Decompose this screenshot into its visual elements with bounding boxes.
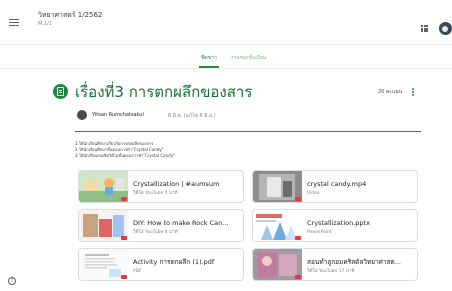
instruction-line: 3.ให้นักเรียนส่งผลิตวิดีโอขั้นตอนการทำ"C… (75, 153, 175, 158)
attachment-card[interactable]: Crystallization | #aumsum วิดีโอ YouTube… (78, 170, 244, 203)
video-thumbnail (253, 171, 302, 202)
document-thumbnail (79, 249, 128, 280)
assignment-instructions: 1.ให้นักเรียนศึกษาเกี่ยวกับการตกผลึกของส… (75, 141, 175, 159)
attachment-card[interactable]: Activity การตกผลึก (1).pdf PDF (78, 248, 244, 281)
attachment-title: Crystallization | #aumsum (133, 180, 220, 188)
apps-grid-icon[interactable] (421, 25, 428, 32)
tab-stream[interactable]: ฟีดข่าว (199, 55, 219, 68)
powerpoint-badge-icon (295, 236, 301, 240)
attachment-card[interactable]: crystal candy.mp4 Video (252, 170, 418, 203)
slides-thumbnail (253, 210, 302, 241)
tab-divider (0, 68, 452, 69)
attachment-subtitle: วิดีโอ YouTube 4 นาที (133, 191, 178, 196)
assignment-points: 20 คะแนน (378, 89, 403, 95)
top-app-bar: วิทยาศาสตร์ 1/2562 M.1/1 (0, 0, 452, 45)
video-thumbnail (253, 249, 302, 280)
attachment-title: Crystallization.pptx (307, 219, 370, 227)
avatar[interactable] (439, 22, 452, 35)
attachment-title: crystal candy.mp4 (307, 180, 367, 188)
attachment-subtitle: Video (307, 191, 320, 196)
tab-classwork[interactable]: งานของชั้นเรียน (231, 55, 266, 62)
attachment-card[interactable]: Crystallization.pptx PowerPoint (252, 209, 418, 242)
assignment-divider (75, 131, 421, 132)
attachment-subtitle: วิดีโอ YouTube 17 นาที (307, 269, 355, 274)
menu-icon[interactable] (9, 19, 19, 27)
attachment-card[interactable]: สอนทำลูกอมคริสตัลวิทยาศาสต... วิดีโอ You… (252, 248, 418, 281)
class-title[interactable]: วิทยาศาสตร์ 1/2562 (38, 11, 102, 20)
assignment-title: เรื่องที่3 การตกผลึกของสาร (75, 83, 253, 101)
attachment-subtitle: PowerPoint (307, 230, 332, 235)
video-badge-icon (295, 197, 301, 201)
youtube-badge-icon (121, 236, 127, 240)
attachment-subtitle: PDF (133, 269, 142, 274)
attachment-title: DIY: How to make Rock Can... (133, 219, 229, 227)
attachment-card[interactable]: DIY: How to make Rock Can... วิดีโอ YouT… (78, 209, 244, 242)
tab-bar: ฟีดข่าว งานของชั้นเรียน (0, 52, 452, 68)
more-vert-icon[interactable] (412, 88, 414, 97)
youtube-badge-icon (121, 197, 127, 201)
classroom-window: วิทยาศาสตร์ 1/2562 M.1/1 ฟีดข่าว งานของช… (0, 0, 452, 291)
video-thumbnail (79, 210, 128, 241)
help-icon[interactable]: ? (8, 277, 16, 285)
pdf-badge-icon (121, 275, 127, 279)
youtube-badge-icon (295, 275, 301, 279)
teacher-name: Yitsan Rumchatsakul (92, 112, 144, 118)
assignment-icon (53, 84, 68, 99)
video-thumbnail (79, 171, 128, 202)
class-section: M.1/1 (38, 21, 52, 27)
attachment-title: สอนทำลูกอมคริสตัลวิทยาศาสต... (307, 258, 401, 266)
attachment-title: Activity การตกผลึก (1).pdf (133, 258, 215, 266)
teacher-avatar (77, 110, 87, 120)
attachment-subtitle: วิดีโอ YouTube 4 นาที (133, 230, 178, 235)
posted-time: 6 มิ.ย. (แก้ไข 6 มิ.ย.) (168, 113, 216, 119)
